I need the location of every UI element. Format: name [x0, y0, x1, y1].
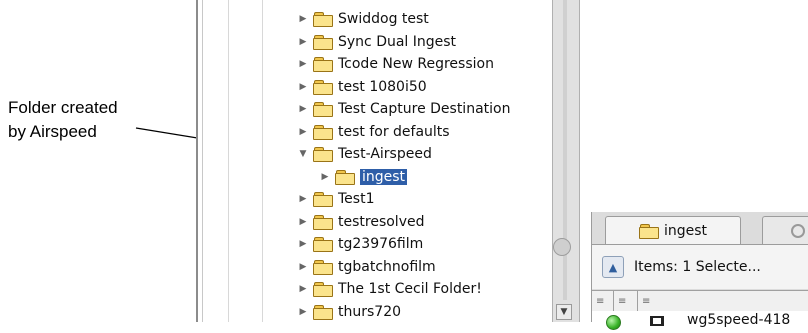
tab-label: ingest — [663, 223, 708, 239]
collapsed-arrow-icon[interactable]: ▶ — [298, 37, 308, 47]
clip-name: wg5speed-418 — [687, 312, 791, 328]
collapsed-arrow-icon[interactable]: ▶ — [298, 59, 308, 69]
collapsed-arrow-icon[interactable]: ▶ — [298, 14, 308, 24]
items-count-label: Items: 1 Selecte... — [634, 259, 761, 275]
tree-item[interactable]: ▶ Test Capture Destination — [298, 98, 510, 120]
tree-item-label: tgbatchnofilm — [338, 259, 436, 275]
tree-item-label: Swiddog test — [338, 11, 429, 27]
tree-item[interactable]: ▶ Swiddog test — [298, 8, 429, 30]
tree-item-label: test 1080i50 — [338, 79, 427, 95]
collapsed-arrow-icon[interactable]: ▶ — [298, 127, 308, 137]
tree-item-label: test for defaults — [338, 124, 450, 140]
collapsed-arrow-icon[interactable]: ▶ — [298, 104, 308, 114]
tab-search[interactable] — [762, 216, 808, 245]
collapsed-arrow-icon[interactable]: ▶ — [298, 262, 308, 272]
column-header-menu[interactable]: ≡ — [638, 291, 808, 311]
folder-icon — [313, 80, 333, 95]
folder-icon — [313, 305, 333, 320]
tree-item[interactable]: ▶ test 1080i50 — [298, 76, 427, 98]
folder-icon — [335, 170, 355, 185]
folder-icon — [313, 35, 333, 50]
tree-item-label: Sync Dual Ingest — [338, 34, 457, 50]
folder-icon — [313, 260, 333, 275]
column-header-menu[interactable]: ≡ — [614, 291, 638, 311]
tree-item-label: The 1st Cecil Folder! — [338, 281, 482, 297]
collapsed-arrow-icon[interactable]: ▶ — [298, 217, 308, 227]
search-icon — [791, 224, 805, 238]
tree-item-label: Test Capture Destination — [338, 101, 511, 117]
folder-icon — [313, 192, 333, 207]
tree-item[interactable]: ▶ The 1st Cecil Folder! — [298, 278, 482, 300]
tree-guide-line — [228, 0, 229, 322]
tree-item-label: Tcode New Regression — [338, 56, 494, 72]
tree-item[interactable]: ▶ tgbatchnofilm — [298, 256, 436, 278]
collapsed-arrow-icon[interactable]: ▶ — [298, 194, 308, 204]
tree-item[interactable]: ▶ tg23976film — [298, 233, 423, 255]
folder-icon — [313, 57, 333, 72]
table-row[interactable]: wg5speed-418 — [592, 311, 808, 333]
folder-icon — [313, 215, 333, 230]
scrollbar-thumb[interactable] — [553, 238, 571, 256]
tree-item-selected[interactable]: ▶ ingest — [320, 166, 408, 188]
expanded-arrow-icon[interactable]: ▼ — [298, 149, 308, 159]
tree-item[interactable]: ▶ test for defaults — [298, 121, 450, 143]
bin-toolbar: ▲ Items: 1 Selecte... — [592, 244, 808, 289]
tree-item[interactable]: ▼ Test-Airspeed — [298, 143, 432, 165]
tree-item[interactable]: ▶ thurs720 — [298, 301, 401, 323]
folder-icon — [313, 282, 333, 297]
tree-item[interactable]: ▶ Test1 — [298, 188, 374, 210]
folder-icon — [313, 12, 333, 27]
tree-item-label: testresolved — [338, 214, 425, 230]
table-header: ≡ ≡ ≡ — [592, 290, 808, 312]
scroll-down-button[interactable]: ▼ — [556, 304, 572, 320]
tree-guide-line — [262, 0, 263, 322]
collapsed-arrow-icon[interactable]: ▶ — [298, 307, 308, 317]
collapsed-arrow-icon[interactable]: ▶ — [298, 284, 308, 294]
folder-icon — [313, 147, 333, 162]
folder-icon — [313, 237, 333, 252]
status-online-icon — [606, 315, 621, 330]
tree-item-label: thurs720 — [338, 304, 402, 320]
collapsed-arrow-icon[interactable]: ▶ — [298, 239, 308, 249]
folder-icon — [638, 224, 659, 239]
folder-icon — [313, 125, 333, 140]
clip-icon — [650, 316, 664, 326]
tree-item[interactable]: ▶ testresolved — [298, 211, 424, 233]
tree-item-label: Test-Airspeed — [338, 146, 432, 162]
collapsed-arrow-icon[interactable]: ▶ — [298, 82, 308, 92]
folder-icon — [313, 102, 333, 117]
tree-item[interactable]: ▶ Sync Dual Ingest — [298, 31, 456, 53]
tree-item-label: ingest — [360, 169, 408, 185]
tree-item-label: tg23976film — [338, 236, 424, 252]
tab-ingest[interactable]: ingest — [605, 216, 741, 245]
tree-item[interactable]: ▶ Tcode New Regression — [298, 53, 494, 75]
up-arrow-button[interactable]: ▲ — [602, 256, 624, 278]
column-header-menu[interactable]: ≡ — [592, 291, 614, 311]
tree-item-label: Test1 — [338, 191, 375, 207]
collapsed-arrow-icon[interactable]: ▶ — [320, 172, 330, 182]
